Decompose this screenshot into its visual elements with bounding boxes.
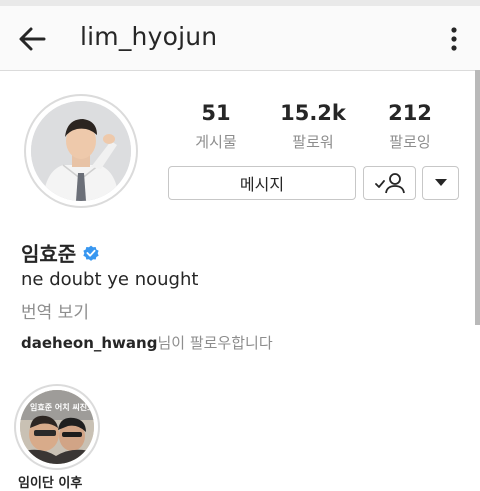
suggestions-dropdown-button[interactable] [422, 166, 459, 200]
story-highlight-label: 임이단 이후 [18, 476, 83, 491]
person-check-icon [374, 173, 405, 194]
followers-stat[interactable]: 15.2k 팔로워 [263, 100, 363, 152]
username-title: lim_hyojun [80, 22, 218, 51]
top-app-bar: lim_hyojun [0, 6, 480, 71]
followers-count: 15.2k [280, 101, 346, 125]
posts-label: 게시물 [195, 133, 237, 151]
story-highlight[interactable]: 임효준 어치 씨진도 [14, 384, 100, 470]
arrow-left-icon [19, 27, 46, 51]
back-button[interactable] [18, 26, 46, 52]
vertical-dots-icon [451, 27, 457, 51]
story-highlight-cover-text: 임효준 어치 씨진도 [30, 403, 94, 412]
see-translation-link[interactable]: 번역 보기 [21, 298, 89, 323]
profile-photo [31, 101, 131, 201]
followed-by-username[interactable]: daeheon_hwang [21, 334, 157, 352]
message-button[interactable]: 메시지 [168, 166, 356, 200]
followed-by-text: daeheon_hwang님이 팔로우합니다 [21, 332, 273, 353]
followers-label: 팔로워 [292, 133, 334, 151]
following-button[interactable] [363, 166, 416, 200]
bio-text: ne doubt ye nought [21, 269, 199, 290]
caret-down-icon [434, 179, 447, 186]
profile-name-row: 임효준 [21, 238, 100, 267]
profile-name: 임효준 [21, 242, 77, 266]
followed-by-suffix: 님이 팔로우합니다 [157, 334, 273, 352]
following-label: 팔로잉 [389, 133, 431, 151]
more-options-button[interactable] [444, 24, 464, 54]
scroll-indicator [475, 70, 480, 325]
profile-avatar[interactable] [24, 94, 138, 208]
following-count: 212 [388, 101, 432, 125]
story-highlight-cover: 임효준 어치 씨진도 [20, 390, 94, 464]
posts-stat[interactable]: 51 게시물 [166, 100, 266, 152]
verified-badge-icon [83, 245, 99, 261]
following-stat[interactable]: 212 팔로잉 [360, 100, 460, 152]
posts-count: 51 [201, 101, 231, 125]
